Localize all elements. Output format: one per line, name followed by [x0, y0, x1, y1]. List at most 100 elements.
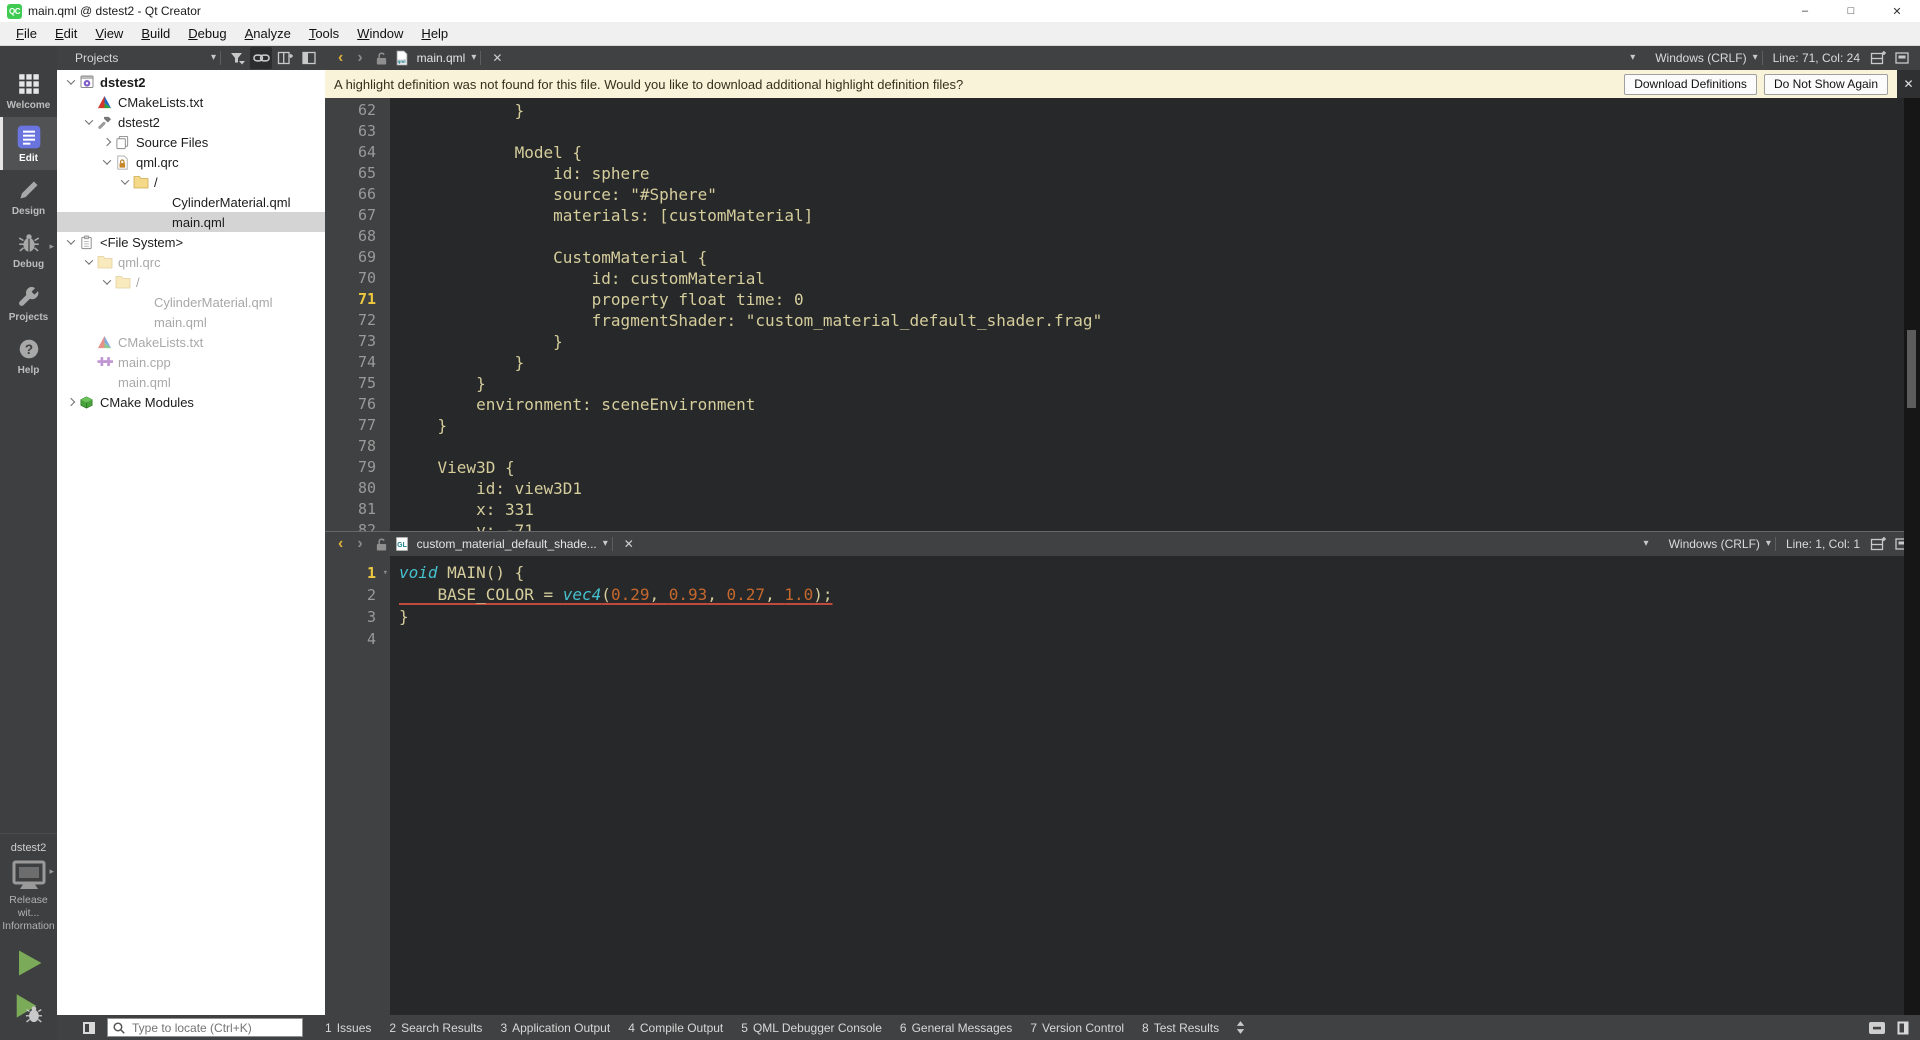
line-number[interactable]: 69 — [325, 247, 390, 268]
split-editor-button[interactable] — [1867, 47, 1889, 69]
tree-item--file-system-[interactable]: <File System> — [57, 232, 325, 252]
debug-submenu-arrow-icon[interactable]: ▸ — [49, 241, 54, 252]
code-line[interactable]: 72 fragmentShader: "custom_material_defa… — [325, 310, 1904, 331]
line-number[interactable]: 2 — [325, 584, 390, 606]
encoding-dropdown-icon-2[interactable]: ▾ — [1766, 539, 1771, 549]
close-split-button[interactable] — [1891, 47, 1913, 69]
tree-item-cylindermaterial-qml[interactable]: CylinderMaterial.qml — [57, 292, 325, 312]
sync-with-editor-button[interactable] — [250, 47, 272, 69]
line-number[interactable]: 63 — [325, 121, 390, 142]
tree-item-main-qml[interactable]: main.qml — [57, 212, 325, 232]
close-sidebar-button[interactable] — [298, 47, 320, 69]
line-number[interactable]: 72 — [325, 310, 390, 331]
line-number[interactable]: 82 — [325, 520, 390, 531]
tree-item-dstest2[interactable]: dstest2 — [57, 72, 325, 92]
code-line[interactable]: 74 } — [325, 352, 1904, 373]
go-forward-button-2[interactable]: › — [350, 535, 369, 553]
code-line[interactable]: 82 y: -71 — [325, 520, 1904, 531]
do-not-show-again-button[interactable]: Do Not Show Again — [1763, 73, 1888, 95]
encoding-dropdown-icon[interactable]: ▾ — [1753, 53, 1758, 63]
mode-design[interactable]: Design — [0, 170, 57, 223]
toggle-right-panel-icon[interactable] — [1896, 1020, 1910, 1036]
projects-mode-dropdown-icon[interactable]: ▾ — [211, 53, 216, 63]
editor-scrollbar-handle[interactable] — [1907, 330, 1916, 408]
tree-expand-chevron-icon[interactable] — [81, 256, 96, 265]
line-number[interactable]: 66 — [325, 184, 390, 205]
menu-tools[interactable]: Tools — [300, 23, 348, 44]
minimize-button[interactable]: – — [1782, 0, 1828, 22]
code-line[interactable]: 73 } — [325, 331, 1904, 352]
tree-item-qml-qrc[interactable]: qml.qrc — [57, 252, 325, 272]
output-pane-manager-button[interactable] — [1229, 1017, 1251, 1039]
go-forward-button[interactable]: › — [350, 49, 369, 67]
open-document-name-2[interactable]: custom_material_default_shade... — [417, 537, 597, 551]
tree-item-cmake-modules[interactable]: CMake Modules — [57, 392, 325, 412]
code-line[interactable]: 69 CustomMaterial { — [325, 247, 1904, 268]
code-line[interactable]: 62 } — [325, 100, 1904, 121]
tree-item--[interactable]: / — [57, 172, 325, 192]
line-number[interactable]: 70 — [325, 268, 390, 289]
code-line[interactable]: 2 BASE_COLOR = vec4(0.29, 0.93, 0.27, 1.… — [325, 584, 1904, 606]
tree-expand-chevron-icon[interactable] — [117, 176, 132, 185]
encoding-selector[interactable]: Windows (CRLF) — [1649, 51, 1752, 65]
line-number[interactable]: 71 — [325, 289, 390, 310]
line-number[interactable]: 79 — [325, 457, 390, 478]
line-number[interactable]: 4 — [325, 628, 390, 650]
document-dropdown-icon-2[interactable]: ▾ — [603, 539, 608, 549]
line-number[interactable]: 81 — [325, 499, 390, 520]
code-line[interactable]: 76 environment: sceneEnvironment — [325, 394, 1904, 415]
code-line[interactable]: 75 } — [325, 373, 1904, 394]
code-line[interactable]: 63 — [325, 121, 1904, 142]
line-number[interactable]: 64 — [325, 142, 390, 163]
tree-expand-chevron-icon[interactable] — [63, 236, 78, 245]
tree-expand-chevron-icon[interactable] — [99, 156, 114, 165]
code-line[interactable]: 3} — [325, 606, 1904, 628]
menu-build[interactable]: Build — [132, 23, 179, 44]
close-document-button-2[interactable]: ✕ — [617, 537, 641, 551]
tree-item-source-files[interactable]: Source Files — [57, 132, 325, 152]
tree-item-main-cpp[interactable]: main.cpp — [57, 352, 325, 372]
code-line[interactable]: 68 — [325, 226, 1904, 247]
output-pane-version-control[interactable]: 7 Version Control — [1021, 1015, 1133, 1040]
menu-debug[interactable]: Debug — [179, 23, 235, 44]
tree-item-qml-qrc[interactable]: qml.qrc — [57, 152, 325, 172]
line-number[interactable]: 3 — [325, 606, 390, 628]
close-document-button[interactable]: ✕ — [485, 51, 509, 65]
tree-item-cylindermaterial-qml[interactable]: CylinderMaterial.qml — [57, 192, 325, 212]
mode-welcome[interactable]: Welcome — [0, 64, 57, 117]
go-back-button[interactable]: ‹ — [331, 49, 350, 67]
code-editor-shader[interactable]: 1 ▾ void MAIN() {2 BASE_COLOR = vec4(0.29,… — [325, 556, 1904, 1015]
menu-window[interactable]: Window — [348, 23, 412, 44]
build-progress-icon[interactable] — [1868, 1021, 1886, 1035]
output-pane-test-results[interactable]: 8 Test Results — [1133, 1015, 1228, 1040]
code-line[interactable]: 71 property float time: 0 — [325, 289, 1904, 310]
code-line[interactable]: 80 id: view3D1 — [325, 478, 1904, 499]
menu-view[interactable]: View — [86, 23, 132, 44]
encoding-selector-2[interactable]: Windows (CRLF) — [1663, 537, 1766, 551]
menu-help[interactable]: Help — [412, 23, 457, 44]
mode-edit[interactable]: Edit — [0, 117, 57, 170]
toggle-left-sidebar-button[interactable] — [78, 1017, 100, 1039]
code-line[interactable]: 79 View3D { — [325, 457, 1904, 478]
pin-file-button-2[interactable] — [371, 533, 393, 555]
menu-edit[interactable]: Edit — [46, 23, 86, 44]
go-back-button-2[interactable]: ‹ — [331, 535, 350, 553]
run-button[interactable] — [12, 947, 46, 979]
output-pane-issues[interactable]: 1 Issues — [316, 1015, 380, 1040]
code-line[interactable]: 1 ▾ void MAIN() { — [325, 562, 1904, 584]
code-line[interactable]: 66 source: "#Sphere" — [325, 184, 1904, 205]
line-number[interactable]: 73 — [325, 331, 390, 352]
tree-expand-chevron-icon[interactable] — [63, 397, 78, 407]
output-pane-general-messages[interactable]: 6 General Messages — [891, 1015, 1021, 1040]
kit-selector[interactable]: dstest2 ▸ Release wit... Information — [0, 833, 57, 1040]
close-window-button[interactable]: ✕ — [1874, 0, 1920, 22]
annotation-dropdown-icon[interactable]: ▾ — [1630, 53, 1635, 63]
line-number[interactable]: 74 — [325, 352, 390, 373]
open-document-name[interactable]: main.qml — [417, 51, 466, 65]
tree-item-main-qml[interactable]: main.qml — [57, 372, 325, 392]
output-pane-compile-output[interactable]: 4 Compile Output — [619, 1015, 732, 1040]
code-line[interactable]: 65 id: sphere — [325, 163, 1904, 184]
mode-debug[interactable]: Debug ▸ — [0, 223, 57, 276]
document-dropdown-icon[interactable]: ▾ — [471, 53, 476, 63]
tree-expand-chevron-icon[interactable] — [99, 276, 114, 285]
